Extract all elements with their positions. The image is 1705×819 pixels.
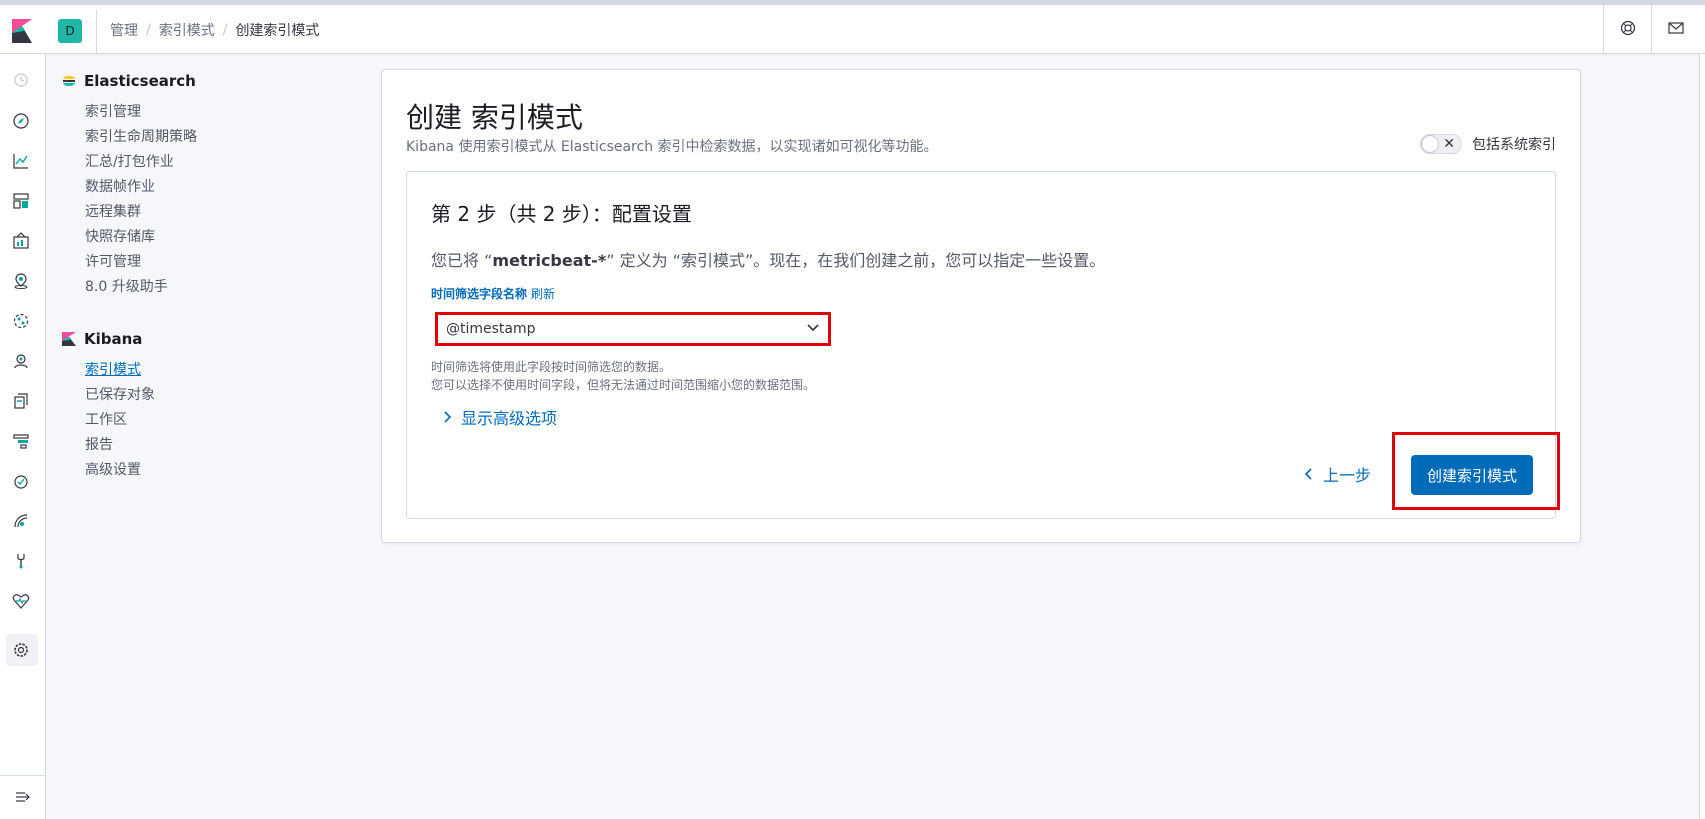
chevron-down-icon [806,321,820,337]
kibana-section-title: Kibana [62,328,322,350]
maps-icon[interactable] [11,271,31,291]
mail-icon [1667,20,1684,39]
index-pattern-name: metricbeat-* [492,251,607,270]
nav-item-rollup-jobs[interactable]: 汇总/打包作业 [85,150,322,175]
top-header: D 管理 / 索引模式 / 创建索引模式 [0,0,1705,54]
breadcrumb-separator: / [146,22,151,38]
nav-item-spaces[interactable]: 工作区 [85,408,322,433]
help-button[interactable] [1603,5,1651,54]
show-advanced-options-button[interactable]: 显示高级选项 [443,405,557,429]
dashboard-icon[interactable] [11,191,31,211]
elasticsearch-section-title: Elasticsearch [62,70,322,92]
nav-item-transform-jobs[interactable]: 数据帧作业 [85,175,322,200]
elasticsearch-logo-icon [62,74,76,88]
step-card: 第 2 步（共 2 步）：配置设置 您已将 “metricbeat-*” 定义为… [406,171,1560,519]
back-label: 上一步 [1323,466,1372,485]
step-description: 您已将 “metricbeat-*” 定义为 “索引模式”。现在，在我们创建之前… [431,251,1106,270]
recently-viewed-icon[interactable] [11,70,31,90]
siem-icon[interactable] [11,511,31,531]
nav-item-saved-objects[interactable]: 已保存对象 [85,383,322,408]
breadcrumb-index-patterns[interactable]: 索引模式 [159,20,215,40]
discover-icon[interactable] [11,111,31,131]
monitoring-icon[interactable] [11,591,31,611]
nav-rail [0,54,46,819]
nav-item-reporting[interactable]: 报告 [85,433,322,458]
management-sidebar: Elasticsearch 索引管理 索引生命周期策略 汇总/打包作业 数据帧作… [62,70,322,483]
management-gear-icon[interactable] [11,640,31,660]
newsfeed-button[interactable] [1651,5,1699,54]
create-index-pattern-button[interactable]: 创建索引模式 [1411,455,1533,495]
time-field-select[interactable]: @timestamp [435,312,831,346]
elasticsearch-nav-list: 索引管理 索引生命周期策略 汇总/打包作业 数据帧作业 远程集群 快照存储库 许… [85,100,322,300]
space-avatar[interactable]: D [58,19,82,43]
create-index-pattern-panel: 创建 索引模式 Kibana 使用索引模式从 Elasticsearch 索引中… [381,69,1581,543]
toggle-knob [1421,135,1439,153]
time-field-help-1: 时间筛选将使用此字段按时间筛选您的数据。 [431,360,672,374]
apm-icon[interactable] [11,431,31,451]
uptime-icon[interactable] [11,471,31,491]
include-system-indices-label: 包括系统索引 [1472,137,1556,153]
nav-item-index-management[interactable]: 索引管理 [85,100,322,125]
cross-icon: ✕ [1443,136,1455,152]
collapse-nav-button[interactable] [0,775,46,819]
chevron-left-icon [1304,465,1313,484]
header-divider [96,10,97,54]
nav-item-license-management[interactable]: 许可管理 [85,250,322,275]
breadcrumb-current: 创建索引模式 [235,23,320,39]
nav-item-ilm-policies[interactable]: 索引生命周期策略 [85,125,322,150]
right-edge-bar [1699,54,1705,819]
toggle-switch[interactable]: ✕ [1420,134,1462,154]
dev-tools-icon[interactable] [11,551,31,571]
time-field-help-2: 您可以选择不使用时间字段，但将无法通过时间范围缩小您的数据范围。 [431,378,816,392]
infrastructure-icon[interactable] [11,351,31,371]
nav-item-advanced-settings[interactable]: 高级设置 [85,458,322,483]
breadcrumb-separator: / [222,22,228,38]
kibana-nav-list: 索引模式 已保存对象 工作区 报告 高级设置 [85,358,322,483]
canvas-icon[interactable] [11,231,31,251]
nav-item-remote-clusters[interactable]: 远程集群 [85,200,322,225]
page-title: 创建 索引模式 [406,101,583,134]
breadcrumb: 管理 / 索引模式 / 创建索引模式 [110,20,319,40]
time-field-value: @timestamp [446,321,536,337]
time-field-label: 时间筛选字段名称 [431,287,528,301]
refresh-fields-link[interactable]: 刷新 [531,285,555,302]
include-system-indices-toggle[interactable]: ✕ 包括系统索引 [1420,134,1556,154]
create-button-highlight: 创建索引模式 [1392,432,1560,510]
help-icon [1620,20,1636,40]
logs-icon[interactable] [11,391,31,411]
chevron-right-icon [443,408,452,427]
page-description: Kibana 使用索引模式从 Elasticsearch 索引中检索数据，以实现… [406,139,938,155]
nav-item-index-patterns[interactable]: 索引模式 [85,358,322,383]
menu-collapse-icon [15,788,31,807]
step-title: 第 2 步（共 2 步）：配置设置 [431,202,692,226]
nav-item-snapshot-repositories[interactable]: 快照存储库 [85,225,322,250]
header-actions [1603,5,1705,54]
show-advanced-options-label: 显示高级选项 [461,409,558,428]
kibana-small-logo-icon [62,332,76,346]
machine-learning-icon[interactable] [11,311,31,331]
kibana-logo-icon[interactable] [12,19,32,43]
nav-item-upgrade-assistant[interactable]: 8.0 升级助手 [85,275,322,300]
breadcrumb-management[interactable]: 管理 [110,20,138,40]
visualize-icon[interactable] [11,151,31,171]
back-button[interactable]: 上一步 [1304,462,1372,486]
